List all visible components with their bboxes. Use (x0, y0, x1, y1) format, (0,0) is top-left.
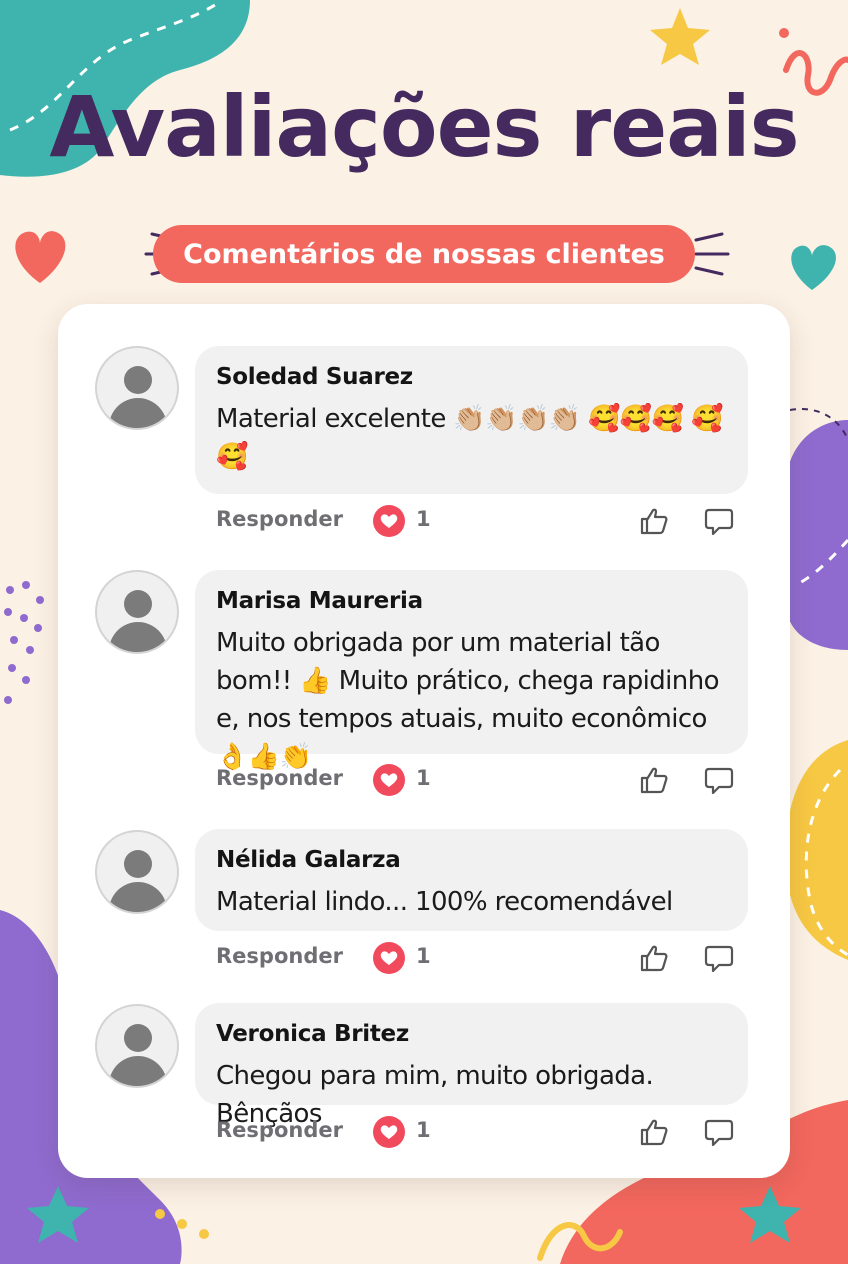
comment-actions: Responder 1 (58, 1116, 790, 1152)
purple-blob (784, 420, 848, 650)
thumbs-up-icon[interactable] (638, 505, 670, 537)
chat-bubble-icon[interactable] (703, 1117, 735, 1149)
heart-icon[interactable] (373, 505, 405, 537)
comment-bubble: Nélida Galarza Material lindo... 100% re… (195, 829, 748, 931)
comment-bubble: Marisa Maureria Muito obrigada por um ma… (195, 570, 748, 772)
thumbs-up-icon[interactable] (638, 942, 670, 974)
comment-author[interactable]: Marisa Maureria (216, 588, 728, 614)
heart-icon[interactable] (373, 764, 405, 796)
reply-button[interactable]: Responder (216, 507, 343, 531)
comment-bubble: Soledad Suarez Material excelente 👏🏼👏🏼👏🏼… (195, 346, 748, 494)
comment-text: Material lindo... 100% recomendável (216, 887, 673, 917)
comment-actions: Responder 1 (58, 942, 790, 978)
chat-bubble-icon[interactable] (703, 943, 735, 975)
comment-bubble: Veronica Britez Chegou para mim, muito o… (195, 1003, 748, 1129)
default-avatar-icon[interactable] (95, 830, 179, 914)
default-avatar-icon[interactable] (95, 346, 179, 430)
reply-button[interactable]: Responder (216, 1118, 343, 1142)
heart-icon[interactable] (373, 1116, 405, 1148)
subtitle-badge: Comentários de nossas clientes (153, 225, 695, 283)
comment-author[interactable]: Soledad Suarez (216, 364, 728, 390)
reaction-count: 1 (416, 507, 431, 531)
dot-decoration (779, 28, 789, 38)
comment-actions: Responder 1 (58, 505, 790, 541)
page-title: Avaliações reais (49, 78, 799, 176)
reply-button[interactable]: Responder (216, 766, 343, 790)
comment-author[interactable]: Nélida Galarza (216, 847, 728, 873)
comment-text: Muito obrigada por um material tão bom!!… (216, 628, 719, 772)
heart-icon[interactable] (373, 942, 405, 974)
comment-actions: Responder 1 (58, 764, 790, 800)
default-avatar-icon[interactable] (95, 570, 179, 654)
star-decoration (650, 8, 710, 65)
reaction-count: 1 (416, 1118, 431, 1142)
comment-text: Material excelente 👏🏼👏🏼👏🏼👏🏼 🥰🥰🥰 🥰🥰 (216, 404, 724, 472)
comment-author[interactable]: Veronica Britez (216, 1021, 728, 1047)
thumbs-up-icon[interactable] (638, 764, 670, 796)
default-avatar-icon[interactable] (95, 1004, 179, 1088)
chat-bubble-icon[interactable] (703, 506, 735, 538)
reply-button[interactable]: Responder (216, 944, 343, 968)
comments-card: Soledad Suarez Material excelente 👏🏼👏🏼👏🏼… (58, 304, 790, 1178)
thumbs-up-icon[interactable] (638, 1116, 670, 1148)
reaction-count: 1 (416, 944, 431, 968)
reaction-count: 1 (416, 766, 431, 790)
chat-bubble-icon[interactable] (703, 765, 735, 797)
